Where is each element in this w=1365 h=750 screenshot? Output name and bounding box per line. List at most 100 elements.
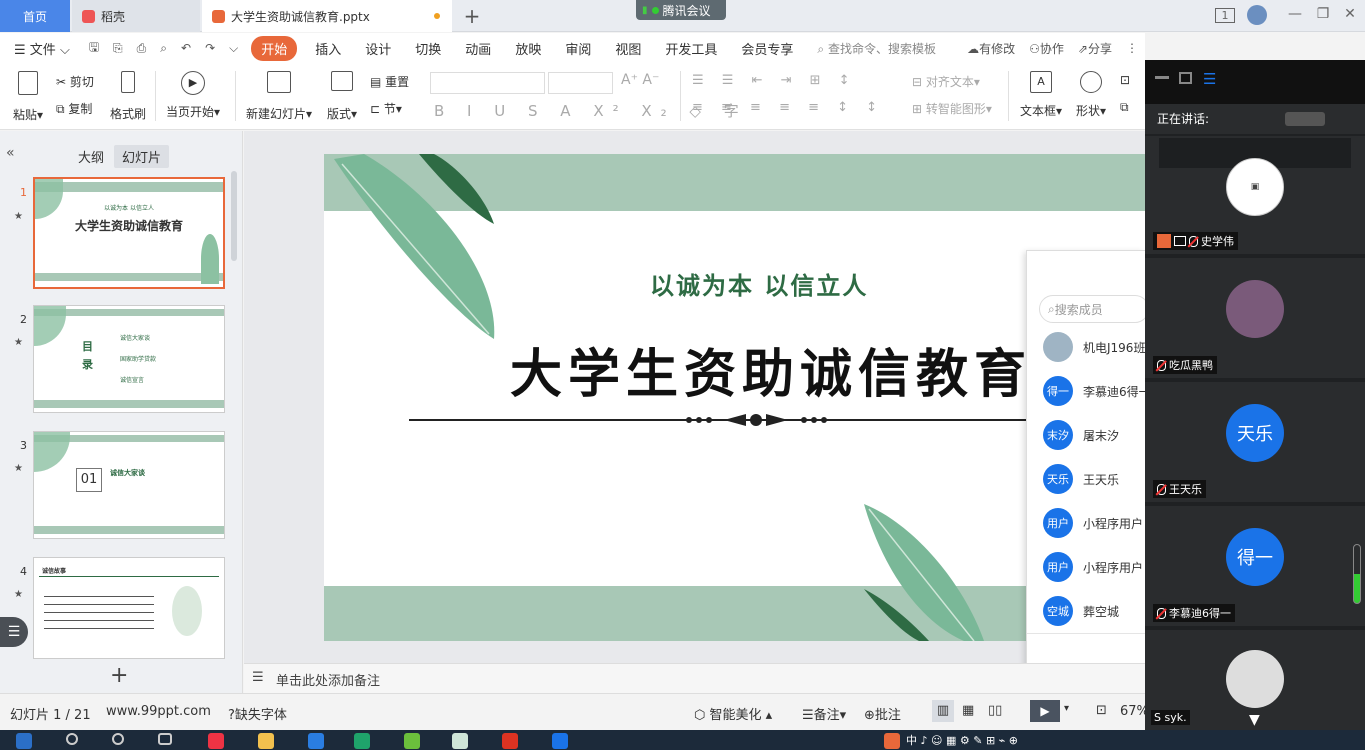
more-icon[interactable]: ⌵ <box>222 41 245 56</box>
video-tile-4[interactable]: 得一 李慕迪6得一 <box>1145 506 1365 626</box>
store-icon[interactable] <box>208 733 224 749</box>
slide-thumbnail-4[interactable]: 诚信故事 <box>33 557 225 659</box>
tab-daoke[interactable]: 稻壳 <box>72 0 200 32</box>
font-size-select[interactable] <box>548 72 613 94</box>
layers-icon[interactable]: ⧉ <box>1120 100 1129 115</box>
play-current-button[interactable]: ▶ 当页开始▾ <box>166 71 220 120</box>
smart-beautify-button[interactable]: ⬡ 智能美化 ▴ <box>694 704 772 723</box>
menu-start[interactable]: 开始 <box>251 35 298 61</box>
tab-home[interactable]: 首页 <box>0 0 70 32</box>
section-button[interactable]: ⊏ 节▾ <box>370 100 402 117</box>
menu-file[interactable]: ☰ 文件 ⌵ <box>0 39 82 58</box>
chevron-down-icon[interactable]: ▾ <box>1064 703 1069 714</box>
format-painter-button[interactable]: 格式刷 <box>110 71 146 122</box>
list-item[interactable]: 机电J196班 <box>1043 331 1145 363</box>
redo-icon[interactable]: ↷ <box>198 41 222 55</box>
save-icon[interactable]: 🖫 <box>82 38 106 59</box>
menu-animation[interactable]: 动画 <box>453 39 503 58</box>
paste-button[interactable]: 粘贴▾ <box>10 71 46 123</box>
file-explorer-icon[interactable] <box>258 733 274 749</box>
new-slide-button[interactable]: 新建幻灯片▾ <box>246 71 312 122</box>
minimize-icon[interactable] <box>1155 76 1169 79</box>
tab-outline[interactable]: 大纲 <box>70 145 112 168</box>
window-icon[interactable] <box>1179 72 1192 84</box>
notes-button[interactable]: ☰备注▾ <box>802 704 846 723</box>
ie-icon[interactable] <box>308 733 324 749</box>
print-icon[interactable]: ⎙ <box>130 41 154 56</box>
missing-font-button[interactable]: ?缺失字体 <box>228 704 287 723</box>
restore-icon[interactable]: ❐ <box>1313 6 1333 22</box>
input-method-icon[interactable] <box>884 733 900 749</box>
edge-icon[interactable] <box>354 733 370 749</box>
copy-button[interactable]: ⧉ 复制 <box>56 100 92 117</box>
minimize-icon[interactable]: — <box>1285 6 1305 22</box>
share-button[interactable]: ⇗分享 <box>1071 40 1119 57</box>
tab-slides[interactable]: 幻灯片 <box>114 145 170 168</box>
slideshow-play-button[interactable]: ▶ <box>1030 700 1060 722</box>
scrollbar[interactable] <box>231 171 237 261</box>
fit-window-icon[interactable]: ⊡ <box>1096 703 1107 718</box>
window-count-icon[interactable]: 1 <box>1215 8 1235 23</box>
normal-view-icon[interactable]: ▥ <box>932 700 954 722</box>
scroll-down-icon[interactable]: ▼ <box>1249 712 1260 728</box>
wps-icon[interactable] <box>502 733 518 749</box>
menu-developer[interactable]: 开发工具 <box>653 39 729 58</box>
collaborate-button[interactable]: ⚇协作 <box>1022 40 1071 57</box>
add-slide-icon[interactable]: + <box>110 663 128 688</box>
layout-button[interactable]: 版式▾ <box>327 71 357 122</box>
close-icon[interactable]: ✕ <box>1340 6 1360 22</box>
video-tile-5[interactable]: ▼ S syk. <box>1145 630 1365 730</box>
more-options-icon[interactable]: ⋮ <box>1119 41 1145 55</box>
picture-icon[interactable]: ⊡ <box>1120 73 1130 87</box>
has-changes-button[interactable]: ☁有修改 <box>960 40 1022 57</box>
slide-thumbnail-2[interactable]: 目录 诚信大家谈 国家助学贷款 诚信宣言 <box>33 305 225 413</box>
cortana-icon[interactable] <box>112 733 124 745</box>
member-search-input[interactable]: ⌕ 搜索成员 <box>1039 295 1149 323</box>
video-tile-1[interactable]: ▣ 史学伟 <box>1145 136 1365 254</box>
list-item[interactable]: 天乐 王天乐 <box>1043 463 1119 495</box>
list-item[interactable]: 末汐 屠末汐 <box>1043 419 1119 451</box>
menu-design[interactable]: 设计 <box>353 39 403 58</box>
tray-icons[interactable]: 中 ♪ ☺ ▦ ⚙ ✎ ⊞ ⌁ ⊕ <box>906 732 1018 748</box>
font-family-select[interactable] <box>430 72 545 94</box>
sorter-view-icon[interactable]: ▦ <box>962 703 974 718</box>
list-buttons[interactable]: ☰ ☰ ⇤ ⇥ ⊞ ↕ <box>692 73 857 88</box>
new-tab-button[interactable]: + <box>460 4 484 28</box>
browser-icon[interactable] <box>404 733 420 749</box>
reading-view-icon[interactable]: ▯▯ <box>988 703 1002 718</box>
font-grow-icon[interactable]: A⁺ A⁻ <box>621 72 659 88</box>
shape-button[interactable]: 形状▾ <box>1076 71 1106 119</box>
windows-start-icon[interactable] <box>16 733 32 749</box>
list-view-icon[interactable]: ☰ <box>1203 70 1216 88</box>
notes-pane[interactable]: ☰ 单击此处添加备注 <box>244 663 1145 693</box>
menu-insert[interactable]: 插入 <box>303 39 353 58</box>
list-item[interactable]: 空城 葬空城 <box>1043 595 1119 627</box>
export-icon[interactable]: ⎘ <box>106 41 130 56</box>
tab-document[interactable]: 大学生资助诚信教育.pptx <box>202 0 452 32</box>
smart-graphic-button[interactable]: ⊞ 转智能图形▾ <box>912 100 992 117</box>
menu-view[interactable]: 视图 <box>603 39 653 58</box>
menu-transition[interactable]: 切换 <box>403 39 453 58</box>
align-text-button[interactable]: ⊟ 对齐文本▾ <box>912 73 980 90</box>
slide-subtitle[interactable]: 以诚为本 以信立人 <box>650 266 868 301</box>
comments-button[interactable]: ⊕批注 <box>864 704 901 723</box>
outline-toggle-icon[interactable]: ☰ <box>0 617 28 647</box>
meeting-badge[interactable]: ▮ 腾讯会议 <box>636 0 726 20</box>
undo-icon[interactable]: ↶ <box>174 41 198 55</box>
paragraph-align-buttons[interactable]: ≡ ≡ ≡ ≡ ≡ ↕ ↕ <box>692 100 884 115</box>
menu-slideshow[interactable]: 放映 <box>503 39 553 58</box>
slide-thumbnail-1[interactable]: 以诚为本 以信立人 大学生资助诚信教育 <box>33 177 225 289</box>
menu-review[interactable]: 审阅 <box>553 39 603 58</box>
list-item[interactable]: 得一 李慕迪6得一 <box>1043 375 1151 407</box>
slide-thumbnail-3[interactable]: 01 诚信大家谈 <box>33 431 225 539</box>
command-search[interactable]: ⌕ 查找命令、搜索模板 <box>805 40 948 57</box>
list-item[interactable]: 用户 小程序用户 <box>1043 551 1143 583</box>
task-view-icon[interactable] <box>158 733 172 745</box>
theme-source[interactable]: www.99ppt.com <box>106 704 211 719</box>
list-item[interactable]: 用户 小程序用户 <box>1043 507 1143 539</box>
cut-button[interactable]: ✂ 剪切 <box>56 73 94 90</box>
video-tile-3[interactable]: 天乐 王天乐 <box>1145 382 1365 502</box>
slide-canvas[interactable]: 以诚为本 以信立人 大学生资助诚信教育 <box>324 154 1145 641</box>
meeting-app-icon[interactable] <box>552 733 568 749</box>
video-tile-2[interactable]: 吃瓜黑鸭 <box>1145 258 1365 378</box>
